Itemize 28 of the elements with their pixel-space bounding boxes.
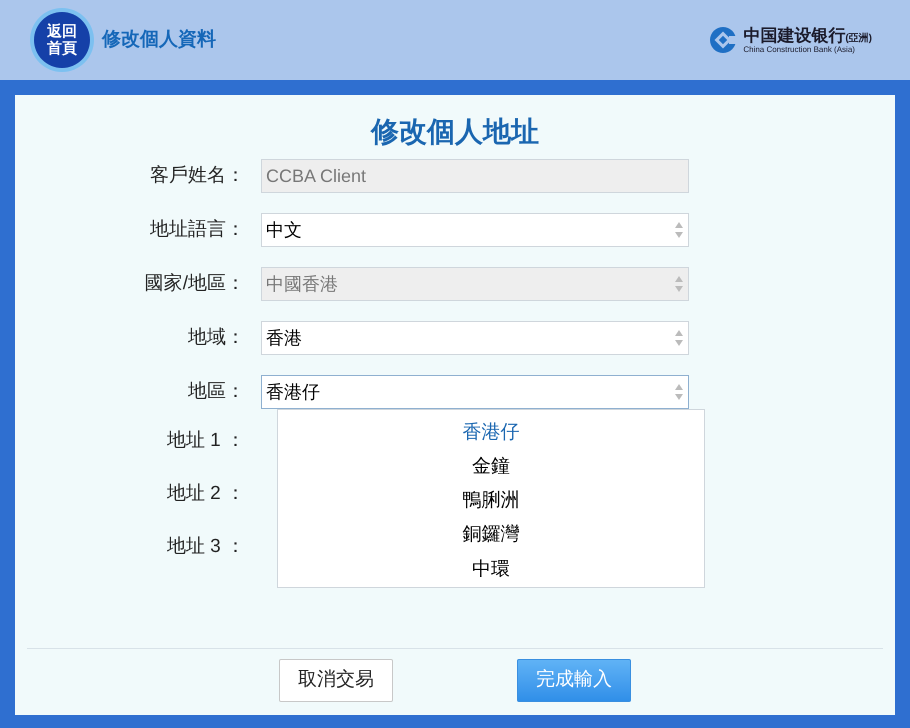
field-label: 地址 2 ： <box>166 482 246 506</box>
logo-suffix: (亞洲) <box>845 34 872 44</box>
cancel-button[interactable]: 取消交易 <box>279 659 393 702</box>
up-down-arrows-icon <box>674 275 684 293</box>
logo-chinese-name: 中国建设银行 <box>743 26 846 44</box>
field-label: 國家/地區： <box>144 272 246 296</box>
dropdown-option[interactable]: 中環 <box>472 552 510 588</box>
logo-icon <box>709 26 738 54</box>
field-label: 客戶姓名： <box>149 164 246 188</box>
dropdown-option[interactable]: 香港仔 <box>462 416 520 450</box>
select-field[interactable]: 中文 <box>261 213 689 247</box>
dropdown-option[interactable]: 鴨脷洲 <box>462 484 520 519</box>
field-label: 地域： <box>187 326 246 350</box>
select-field[interactable]: 香港仔 <box>261 375 689 409</box>
logo-english-name: China Construction Bank (Asia) <box>743 46 856 54</box>
field-label: 地址語言： <box>149 218 246 242</box>
field-label: 地址 1 ： <box>166 428 246 453</box>
select-field[interactable]: 香港 <box>261 321 689 355</box>
up-down-arrows-icon <box>674 383 684 401</box>
page-title: 修改個人資料 <box>102 28 216 52</box>
field-label: 地區： <box>187 380 246 404</box>
dropdown-option[interactable]: 金鐘 <box>472 450 510 484</box>
up-down-arrows-icon <box>674 221 684 239</box>
field-label: 地址 3 ： <box>166 534 246 559</box>
up-down-arrows-icon <box>674 329 684 347</box>
form-title: 修改個人地址 <box>371 115 539 149</box>
dropdown-option[interactable]: 銅鑼灣 <box>462 518 520 553</box>
home-button[interactable]: 返回首頁 <box>34 12 90 68</box>
